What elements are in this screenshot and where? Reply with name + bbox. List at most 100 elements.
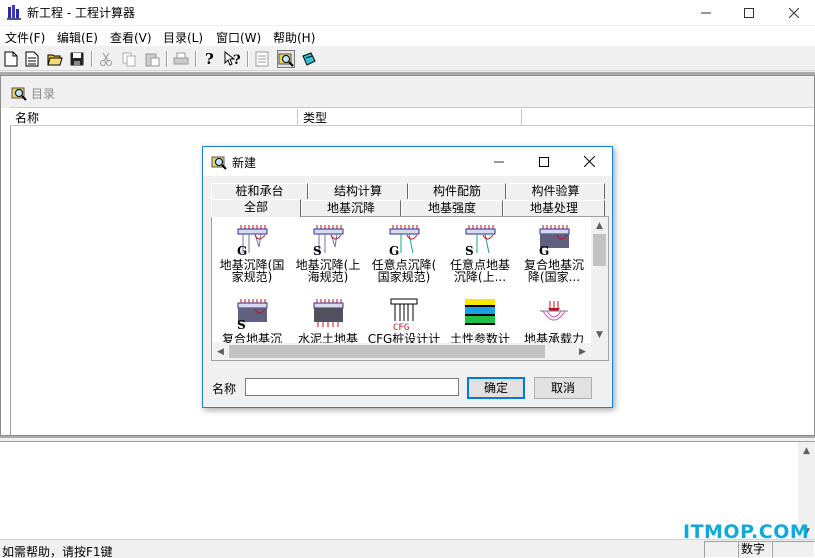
help-button[interactable]: ? — [201, 50, 219, 68]
scroll-up-icon[interactable]: ▲ — [798, 442, 815, 459]
template-item[interactable]: CFG CFG桩设计计 — [366, 297, 442, 345]
context-help-button[interactable]: ? — [224, 50, 242, 68]
edit-icon — [302, 52, 316, 66]
toolbar-separator — [247, 51, 249, 67]
paste-icon — [145, 53, 159, 66]
name-input-box[interactable] — [245, 378, 459, 396]
menu-file[interactable]: 文件(F) — [5, 29, 45, 46]
point-settlement-s-icon: S — [465, 225, 496, 257]
template-item[interactable]: S 复合地基沉 — [214, 297, 290, 345]
window-title: 新工程 - 工程计算器 — [27, 6, 135, 20]
column-header-name[interactable]: 名称 — [10, 109, 298, 126]
tab-pile-cap[interactable]: 桩和承台 — [211, 183, 308, 199]
dialog-app-icon — [211, 156, 227, 170]
menu-help[interactable]: 帮助(H) — [273, 29, 315, 46]
open-icon — [47, 54, 63, 66]
scroll-down-icon[interactable]: ▼ — [591, 326, 608, 343]
template-item[interactable]: G 复合地基沉 降(国家... — [516, 223, 592, 283]
maximize-button[interactable] — [726, 0, 772, 25]
soil-parameter-icon — [465, 299, 495, 325]
point-settlement-g-icon: G — [389, 225, 420, 257]
paste-button[interactable] — [143, 50, 161, 68]
cut-icon — [100, 52, 112, 66]
template-item[interactable]: S 地基沉降(上 海规范) — [290, 223, 366, 283]
catalog-window-title: 目录 — [31, 87, 56, 101]
catalog-window-title-bar: 目录 — [1, 76, 814, 108]
composite-foundation-s-icon: S — [237, 299, 268, 331]
template-item[interactable]: 地基承载力 — [516, 297, 592, 345]
foundation-settlement-s-icon: S — [313, 225, 344, 257]
template-item[interactable]: S 任意点地基 沉降(上... — [442, 223, 518, 283]
svg-text:G: G — [539, 244, 549, 257]
menu-edit[interactable]: 编辑(E) — [57, 29, 98, 46]
svg-text:S: S — [237, 318, 246, 331]
minimize-icon — [701, 12, 711, 13]
tab-member-check[interactable]: 构件验算 — [506, 183, 605, 199]
toolbar-separator — [195, 51, 197, 67]
close-button[interactable] — [771, 0, 815, 25]
new-doc-button[interactable] — [23, 50, 41, 68]
list-button[interactable] — [253, 50, 271, 68]
dialog-minimize-button[interactable] — [476, 147, 522, 176]
scroll-up-icon[interactable]: ▲ — [591, 217, 608, 234]
name-input[interactable] — [246, 379, 458, 395]
new-icon — [4, 51, 18, 67]
dialog-maximize-button[interactable] — [521, 147, 567, 176]
scroll-right-icon[interactable]: ▶ — [574, 343, 591, 360]
template-list-hscroll[interactable]: ◀ ▶ — [212, 343, 591, 360]
open-button[interactable] — [46, 50, 64, 68]
tab-structure-calc[interactable]: 结构计算 — [308, 183, 408, 199]
copy-button[interactable] — [120, 50, 138, 68]
context-help-icon: ? — [224, 51, 241, 67]
scroll-thumb[interactable] — [593, 234, 606, 266]
menu-bar: 文件(F) 编辑(E) 查看(V) 目录(L) 窗口(W) 帮助(H) — [0, 26, 815, 46]
minimize-button[interactable] — [683, 0, 729, 25]
cut-button[interactable] — [97, 50, 115, 68]
svg-text:S: S — [465, 244, 474, 257]
tab-foundation-strength[interactable]: 地基强度 — [401, 200, 503, 216]
catalog-button[interactable] — [277, 50, 295, 68]
save-icon — [70, 52, 84, 66]
app-icon — [7, 5, 21, 20]
ok-button[interactable]: 确定 — [467, 377, 525, 399]
menu-window[interactable]: 窗口(W) — [216, 29, 261, 46]
tab-foundation-settlement[interactable]: 地基沉降 — [301, 200, 401, 216]
template-list[interactable]: G 地基沉降(国 家规范) S 地基沉降(上 海规范) G 任意点沉降( 国家规… — [211, 216, 609, 361]
template-list-vscroll[interactable]: ▲ ▼ — [591, 217, 608, 343]
list-icon — [255, 51, 269, 67]
svg-text:G: G — [237, 244, 247, 257]
scroll-left-icon[interactable]: ◀ — [212, 343, 229, 360]
toolbar-separator — [166, 51, 168, 67]
column-header-type[interactable]: 类型 — [298, 109, 522, 126]
catalog-icon — [11, 87, 27, 101]
save-button[interactable] — [68, 50, 86, 68]
svg-text:?: ? — [233, 53, 241, 67]
cancel-button[interactable]: 取消 — [534, 377, 592, 399]
dialog-close-button[interactable] — [566, 147, 612, 176]
svg-text:CFG: CFG — [393, 323, 409, 331]
tab-member-reinforcement[interactable]: 构件配筋 — [408, 183, 506, 199]
template-item[interactable]: G 地基沉降(国 家规范) — [214, 223, 290, 283]
menu-catalog[interactable]: 目录(L) — [163, 29, 203, 46]
dialog-title: 新建 — [232, 156, 257, 170]
tab-foundation-treatment[interactable]: 地基处理 — [503, 200, 605, 216]
toolbar: ? ? — [0, 47, 815, 71]
status-text: 如需帮助，请按F1键 — [2, 545, 113, 558]
template-item-label: 任意点地基 沉降(上... — [449, 258, 510, 284]
template-item[interactable]: 水泥土地基 — [290, 297, 366, 345]
template-item[interactable]: G 任意点沉降( 国家规范) — [366, 223, 442, 283]
svg-text:?: ? — [205, 51, 214, 67]
new-doc-icon — [25, 51, 39, 67]
status-pane-empty — [772, 541, 815, 558]
foundation-settlement-g-icon: G — [237, 225, 268, 257]
toolbar-separator — [91, 51, 93, 67]
menu-view[interactable]: 查看(V) — [110, 29, 152, 46]
edit-button[interactable] — [300, 50, 318, 68]
watermark: ITMOP.COM — [683, 521, 810, 543]
new-button[interactable] — [2, 50, 20, 68]
tab-all[interactable]: 全部 — [211, 199, 301, 217]
template-item[interactable]: 土性参数计 — [442, 297, 518, 345]
print-button[interactable] — [172, 50, 190, 68]
scroll-thumb[interactable] — [229, 345, 545, 358]
status-pane-empty — [704, 541, 738, 558]
